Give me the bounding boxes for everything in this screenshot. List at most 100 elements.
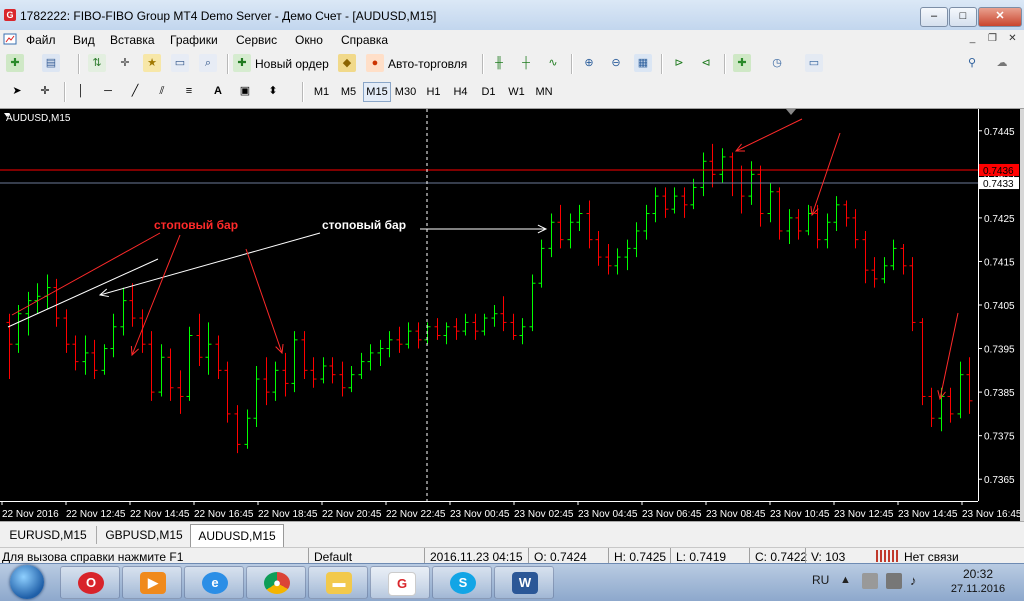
ohlc-bar bbox=[63, 309, 70, 353]
status-datetime: 2016.11.23 04:15 bbox=[430, 550, 523, 564]
timeframe-w1[interactable]: W1 bbox=[504, 82, 529, 102]
candlestick-icon[interactable]: ┼ bbox=[517, 54, 535, 72]
text-label-icon[interactable]: ▣ bbox=[236, 82, 254, 100]
zoom-out-icon[interactable]: ⊖ bbox=[607, 54, 625, 72]
mdi-close-button[interactable]: ✕ bbox=[1005, 32, 1020, 46]
tray-arrow-icon[interactable]: ▲ bbox=[840, 574, 852, 586]
auto-scroll-icon[interactable]: ⊳ bbox=[670, 54, 688, 72]
clock-date[interactable]: 27.11.2016 bbox=[944, 583, 1012, 595]
status-volume: V: 103 bbox=[811, 550, 846, 564]
chart-shift-icon[interactable]: ⊲ bbox=[697, 54, 715, 72]
overlay-layer: стоповый бар стоповый бар bbox=[0, 109, 978, 501]
toolbar-separator bbox=[571, 54, 572, 74]
taskbar-word[interactable]: W bbox=[494, 566, 554, 599]
taskbar-skype[interactable]: S bbox=[432, 566, 492, 599]
mdi-restore-button[interactable]: ❐ bbox=[985, 32, 1000, 46]
maximize-button[interactable]: □ bbox=[949, 7, 977, 27]
data-window-icon[interactable]: ✛ bbox=[116, 54, 134, 72]
taskbar-internet-explorer[interactable]: e bbox=[184, 566, 244, 599]
timeframe-mn[interactable]: MN bbox=[531, 82, 557, 102]
ohlc-bar bbox=[158, 344, 165, 397]
menu-help[interactable]: Справка bbox=[341, 33, 388, 47]
ohlc-bar bbox=[481, 313, 488, 336]
text-tool-icon[interactable]: A bbox=[209, 82, 227, 100]
language-indicator[interactable]: RU bbox=[812, 573, 829, 587]
trendline-icon[interactable]: ╱ bbox=[126, 82, 144, 100]
tab-gbpusd[interactable]: GBPUSD,M15 bbox=[98, 526, 191, 544]
timeframe-h4[interactable]: H4 bbox=[448, 82, 473, 102]
minimize-button[interactable]: – bbox=[920, 7, 948, 27]
menu-charts[interactable]: Графики bbox=[170, 33, 218, 47]
tray-network-icon[interactable] bbox=[862, 573, 878, 589]
timeframe-m30[interactable]: M30 bbox=[393, 82, 418, 102]
horizontal-line-icon[interactable]: ─ bbox=[99, 82, 117, 100]
tray-monitor-icon[interactable] bbox=[886, 573, 902, 589]
menu-window[interactable]: Окно bbox=[295, 33, 323, 47]
timeframe-m15[interactable]: M15 bbox=[363, 82, 391, 102]
navigator-icon[interactable]: ★ bbox=[143, 54, 161, 72]
taskbar-opera[interactable]: O bbox=[60, 566, 120, 599]
x-tick-label: 22 Nov 12:45 bbox=[66, 509, 126, 520]
chat-icon[interactable]: ☁ bbox=[993, 54, 1011, 72]
menu-insert[interactable]: Вставка bbox=[110, 33, 155, 47]
indicators-icon[interactable]: ✚ bbox=[733, 54, 751, 72]
arrows-icon[interactable]: ⬍ bbox=[264, 82, 282, 100]
vertical-line-icon[interactable]: │ bbox=[72, 82, 90, 100]
taskbar-fibo-group[interactable]: G bbox=[370, 566, 430, 599]
taskbar-chrome[interactable]: ● bbox=[246, 566, 306, 599]
market-watch-icon[interactable]: ⇅ bbox=[88, 54, 106, 72]
terminal-icon[interactable]: ▭ bbox=[171, 54, 189, 72]
equidistant-channel-icon[interactable]: ⫽ bbox=[153, 82, 171, 100]
taskbar-file-explorer[interactable]: ▬ bbox=[308, 566, 368, 599]
ohlc-bar bbox=[824, 213, 831, 249]
cursor-icon[interactable]: ➤ bbox=[8, 82, 26, 100]
chart-window-icon[interactable] bbox=[3, 32, 17, 46]
tile-windows-icon[interactable]: ▦ bbox=[634, 54, 652, 72]
profiles-icon[interactable]: ▤ bbox=[42, 54, 60, 72]
templates-icon[interactable]: ▭ bbox=[805, 54, 823, 72]
chart-canvas[interactable]: стоповый барстоповый бар 0.74450.74350.7… bbox=[0, 109, 1020, 521]
ohlc-bar bbox=[881, 257, 888, 284]
menu-view[interactable]: Вид bbox=[73, 33, 95, 47]
title-bar: G 1782222: FIBO-FIBO Group MT4 Demo Serv… bbox=[0, 0, 1024, 31]
ohlc-bar bbox=[358, 352, 365, 380]
tray-volume-icon[interactable]: ♪ bbox=[910, 573, 926, 589]
close-button[interactable]: ✕ bbox=[978, 7, 1022, 27]
metaeditor-icon[interactable]: ◆ bbox=[338, 54, 356, 72]
menu-bar: Файл Вид Вставка Графики Сервис Окно Спр… bbox=[0, 30, 1024, 50]
ohlc-bar bbox=[576, 204, 583, 231]
search-icon[interactable]: ⚲ bbox=[963, 54, 981, 72]
menu-tools[interactable]: Сервис bbox=[236, 33, 277, 47]
periods-icon[interactable]: ◷ bbox=[768, 54, 786, 72]
ohlc-bar bbox=[805, 204, 812, 236]
ohlc-bar bbox=[291, 331, 298, 393]
timeframe-m5[interactable]: M5 bbox=[336, 82, 361, 102]
zoom-in-icon[interactable]: ⊕ bbox=[580, 54, 598, 72]
taskbar-media-player[interactable]: ▶ bbox=[122, 566, 182, 599]
price-chart[interactable]: стоповый барстоповый бар 0.74450.74350.7… bbox=[0, 109, 1020, 521]
timeframe-d1[interactable]: D1 bbox=[476, 82, 501, 102]
chart-scrollbar[interactable] bbox=[1020, 109, 1024, 521]
tab-eurusd[interactable]: EURUSD,M15 bbox=[0, 526, 97, 544]
strategy-tester-icon[interactable]: ⌕ bbox=[199, 54, 217, 72]
timeframe-m1[interactable]: M1 bbox=[309, 82, 334, 102]
crosshair-icon[interactable]: ✛ bbox=[36, 82, 54, 100]
line-chart-icon[interactable]: ∿ bbox=[544, 54, 562, 72]
menu-file[interactable]: Файл bbox=[26, 33, 56, 47]
fibonacci-icon[interactable]: ≡ bbox=[180, 82, 198, 100]
toolbar-separator bbox=[724, 54, 725, 74]
start-button[interactable] bbox=[4, 564, 52, 600]
new-chart-icon[interactable]: ✚ bbox=[6, 54, 24, 72]
timeframe-h1[interactable]: H1 bbox=[421, 82, 446, 102]
clock-time[interactable]: 20:32 bbox=[948, 567, 1008, 581]
x-tick-label: 22 Nov 18:45 bbox=[258, 509, 318, 520]
fibo-group-icon: G bbox=[388, 572, 416, 596]
tab-audusd[interactable]: AUDUSD,M15 bbox=[190, 524, 284, 548]
mdi-minimize-button[interactable]: _ bbox=[965, 32, 980, 46]
ohlc-bar bbox=[786, 209, 793, 245]
ohlc-bar bbox=[434, 318, 441, 340]
chart-window-icon-graphic bbox=[3, 33, 17, 45]
ohlc-bar bbox=[329, 357, 336, 384]
ohlc-bar bbox=[843, 200, 850, 227]
bar-chart-icon[interactable]: ╫ bbox=[490, 54, 508, 72]
